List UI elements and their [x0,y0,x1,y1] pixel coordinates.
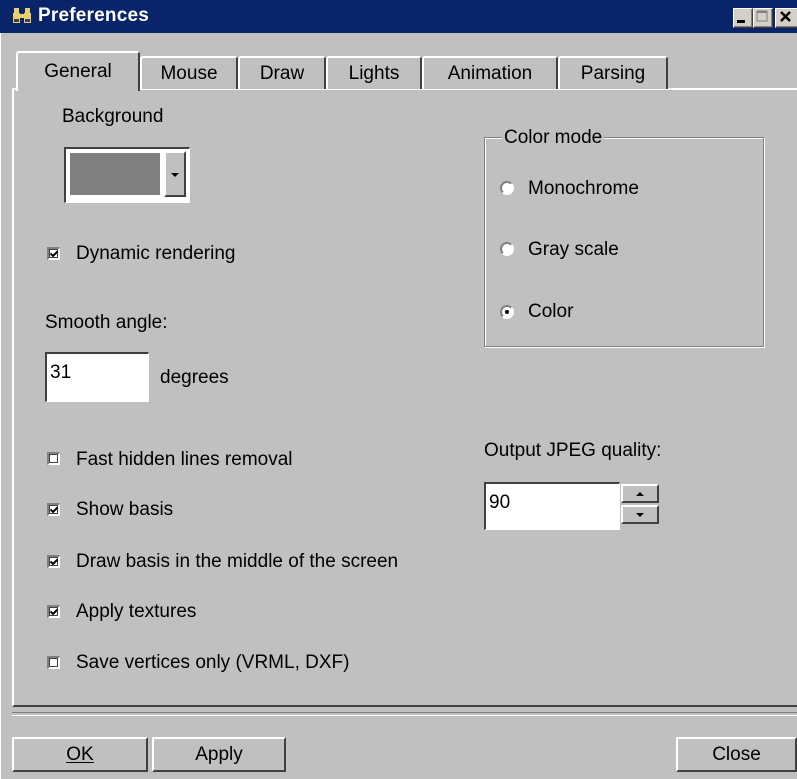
jpeg-quality-spin-up[interactable] [621,484,659,503]
fast-hidden-lines-checkbox[interactable] [47,452,60,465]
window-title: Preferences [38,5,149,26]
ok-button-label: OK [66,743,94,765]
apply-button[interactable]: Apply [152,737,286,772]
dynamic-rendering-label[interactable]: Dynamic rendering [76,243,235,265]
save-vertices-only-label[interactable]: Save vertices only (VRML, DXF) [76,652,349,674]
maximize-button[interactable] [753,8,773,28]
arrow-up-icon [636,492,644,496]
smooth-angle-label: Smooth angle: [45,312,168,333]
checkmark-icon [49,506,59,514]
apply-button-label: Apply [195,743,243,765]
checkmark-icon [49,250,59,258]
tab-label: Draw [259,62,305,84]
smooth-angle-input[interactable]: 31 [45,352,149,402]
show-basis-checkbox[interactable] [47,503,60,516]
draw-basis-middle-checkbox[interactable] [47,555,60,568]
tab-label: Lights [348,62,400,84]
minimize-button[interactable] [733,8,753,28]
smooth-angle-value: 31 [50,362,72,383]
gray-scale-label[interactable]: Gray scale [528,239,619,261]
color-mode-title: Color mode [502,127,605,149]
monochrome-label[interactable]: Monochrome [528,178,639,200]
fast-hidden-lines-label[interactable]: Fast hidden lines removal [76,449,293,471]
close-button[interactable]: Close [676,737,797,772]
close-window-button[interactable] [775,8,797,28]
divider [12,712,797,716]
tab-general[interactable]: General [16,51,140,91]
background-label: Background [62,106,164,127]
tab-label: General [44,61,112,82]
close-button-label: Close [712,743,761,765]
radio-selected-dot [505,310,509,314]
checkmark-icon [49,608,59,616]
dynamic-rendering-checkbox[interactable] [47,247,60,260]
chevron-down-icon [171,173,179,177]
color-label[interactable]: Color [528,301,573,323]
smooth-angle-unit: degrees [160,367,229,388]
background-color-swatch [70,153,160,195]
tab-animation[interactable]: Animation [422,56,558,89]
monochrome-radio[interactable] [500,181,514,195]
color-radio[interactable] [500,305,514,319]
background-color-picker[interactable] [64,147,190,203]
show-basis-label[interactable]: Show basis [76,499,173,521]
gray-scale-radio[interactable] [500,242,514,256]
jpeg-quality-label: Output JPEG quality: [484,440,662,461]
draw-basis-middle-label[interactable]: Draw basis in the middle of the screen [76,551,398,573]
ok-button[interactable]: OK [12,737,148,772]
tab-mouse[interactable]: Mouse [140,56,238,89]
arrow-down-icon [636,513,644,517]
checkmark-icon [49,558,59,566]
tab-draw[interactable]: Draw [238,56,326,89]
background-dropdown-button[interactable] [164,151,186,197]
jpeg-quality-input[interactable]: 90 [484,482,620,530]
tab-parsing[interactable]: Parsing [558,56,668,89]
jpeg-quality-spin-down[interactable] [621,505,659,524]
tab-label: Animation [447,62,533,84]
apply-textures-label[interactable]: Apply textures [76,601,196,623]
jpeg-quality-value: 90 [489,492,511,513]
apply-textures-checkbox[interactable] [47,605,60,618]
tab-lights[interactable]: Lights [326,56,422,89]
binoculars-icon [12,7,32,25]
tab-label: Parsing [580,62,646,84]
window-frame [0,33,7,779]
tab-label: Mouse [160,62,218,84]
save-vertices-only-checkbox[interactable] [47,656,60,669]
color-mode-group [484,137,764,347]
